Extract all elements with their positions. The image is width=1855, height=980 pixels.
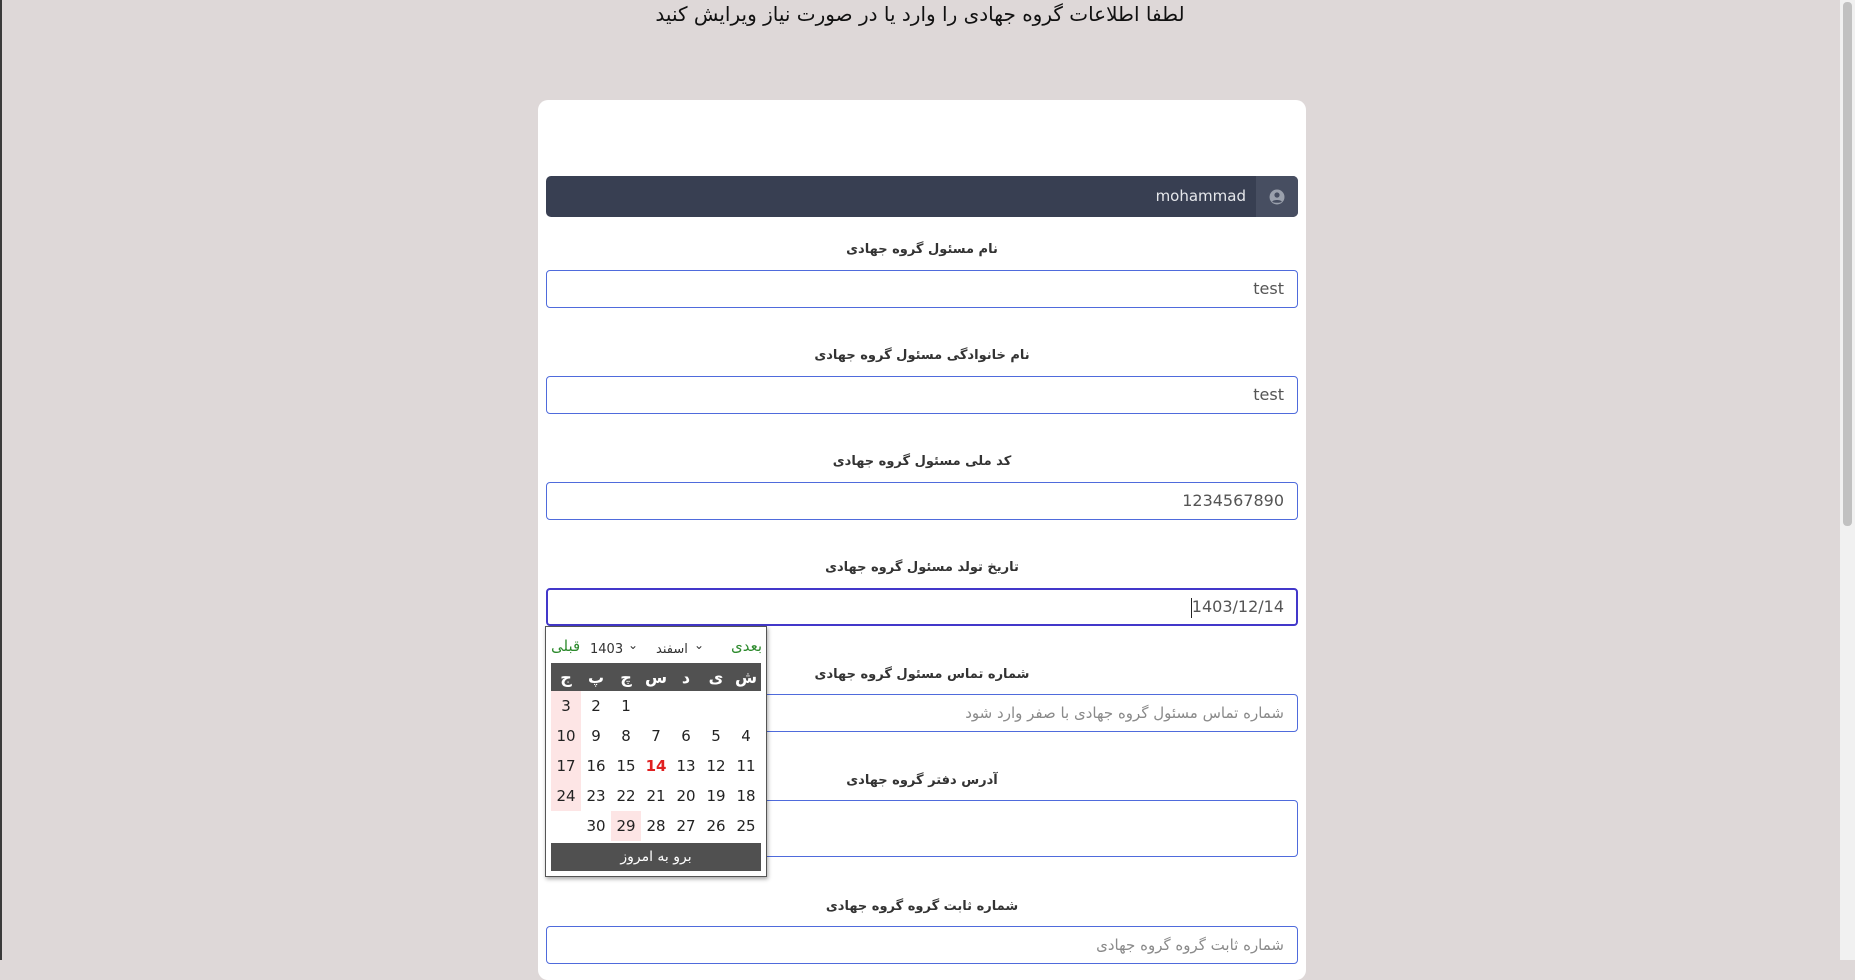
calendar-day[interactable]: 17 <box>551 751 581 781</box>
year-select[interactable]: 1403 ⌄ <box>588 638 644 660</box>
calendar-day[interactable]: 16 <box>581 751 611 781</box>
calendar-day[interactable]: 22 <box>611 781 641 811</box>
calendar-day[interactable]: 1 <box>611 691 641 721</box>
calendar-week-row: 4 5 6 7 8 9 10 <box>551 721 761 751</box>
calendar-day[interactable]: 19 <box>701 781 731 811</box>
last-name-input[interactable]: test <box>546 376 1298 414</box>
calendar-week-row: 123 <box>551 691 761 721</box>
calendar-empty-cell <box>551 811 581 841</box>
calendar-day[interactable]: 9 <box>581 721 611 751</box>
weekday-header: س <box>641 663 671 691</box>
weekday-header: چ <box>611 663 641 691</box>
national-code-input[interactable]: 1234567890 <box>546 482 1298 520</box>
landline-input[interactable]: شماره ثابت گروه گروه جهادی <box>546 926 1298 964</box>
chevron-down-icon: ⌄ <box>628 638 639 652</box>
weekday-header: ج <box>551 663 581 691</box>
page-scrollbar[interactable] <box>1840 0 1855 960</box>
calendar-week-row: 25 26 27 28 29 30 <box>551 811 761 841</box>
calendar-day[interactable]: 10 <box>551 721 581 751</box>
calendar-day[interactable]: 25 <box>731 811 761 841</box>
first-name-input[interactable]: test <box>546 270 1298 308</box>
next-month-link[interactable]: بعدی <box>731 637 762 655</box>
weekday-header: ش <box>731 663 761 691</box>
birth-date-value: 1403/12/14 <box>1191 597 1284 616</box>
prev-month-link[interactable]: قبلی <box>551 637 580 655</box>
calendar-day[interactable]: 28 <box>641 811 671 841</box>
calendar-body: 1 2 3 4 5 6 7 8 9 10 11 12 13 14 15 16 17 18 19 20 21 22 23 24 2… <box>551 691 761 841</box>
calendar-day[interactable]: 12 <box>701 751 731 781</box>
calendar-week-row: 18 19 20 21 22 23 24 <box>551 781 761 811</box>
calendar-empty-cell <box>671 691 701 721</box>
page-title: لطفا اطلاعات گروه جهادی را وارد یا در صو… <box>655 2 1185 26</box>
calendar-day[interactable]: 14 <box>641 751 671 781</box>
landline-label: شماره ثابت گروه گروه جهادی <box>825 899 1019 914</box>
calendar-empty-cell <box>641 691 671 721</box>
calendar-day[interactable]: 26 <box>701 811 731 841</box>
go-to-today-button[interactable]: برو به امروز <box>551 843 761 871</box>
calendar-day[interactable]: 21 <box>641 781 671 811</box>
window-edge <box>0 0 2 960</box>
month-select[interactable]: اسفند ⌄ <box>654 638 710 660</box>
calendar-day[interactable]: 29 <box>611 811 641 841</box>
user-icon-box <box>1256 176 1298 217</box>
calendar-empty-cell <box>701 691 731 721</box>
username-input[interactable]: mohammad <box>1156 176 1246 217</box>
calendar-day[interactable]: 5 <box>701 721 731 751</box>
calendar-day[interactable]: 8 <box>611 721 641 751</box>
calendar-day[interactable]: 2 <box>581 691 611 721</box>
calendar-day[interactable]: 13 <box>671 751 701 781</box>
weekday-header: د <box>671 663 701 691</box>
scrollbar-thumb[interactable] <box>1843 2 1852 526</box>
weekday-header-row: شیدسچپج <box>551 663 761 691</box>
calendar-empty-cell <box>731 691 761 721</box>
year-select-value: 1403 <box>590 642 624 657</box>
date-picker-popup: بعدی اسفند ⌄ 1403 ⌄ قبلی شیدسچپج 1234567… <box>545 626 767 877</box>
calendar-day[interactable]: 24 <box>551 781 581 811</box>
calendar-day[interactable]: 15 <box>611 751 641 781</box>
calendar-day[interactable]: 4 <box>731 721 761 751</box>
calendar-day[interactable]: 20 <box>671 781 701 811</box>
weekday-header: ی <box>701 663 731 691</box>
first-name-label: نام مسئول گروه جهادی <box>846 242 998 257</box>
calendar-grid: شیدسچپج 1 2 3 4 5 6 7 8 9 10 11 12 13 14 15 16 17 18 19 20 2… <box>551 663 761 841</box>
last-name-label: نام خانوادگی مسئول گروه جهادی <box>814 348 1030 363</box>
calendar-day[interactable]: 3 <box>551 691 581 721</box>
calendar-day[interactable]: 11 <box>731 751 761 781</box>
month-select-value: اسفند <box>656 642 688 657</box>
birth-date-label: تاریخ تولد مسئول گروه جهادی <box>825 560 1019 575</box>
calendar-week-row: 11 12 13 14 15 16 17 <box>551 751 761 781</box>
user-circle-icon <box>1269 189 1285 204</box>
calendar-day[interactable]: 6 <box>671 721 701 751</box>
calendar-day[interactable]: 7 <box>641 721 671 751</box>
national-code-label: کد ملی مسئول گروه جهادی <box>832 454 1012 469</box>
calendar-day[interactable]: 30 <box>581 811 611 841</box>
calendar-day[interactable]: 27 <box>671 811 701 841</box>
birth-date-input[interactable]: 1403/12/14 <box>546 588 1298 626</box>
calendar-day[interactable]: 23 <box>581 781 611 811</box>
user-bar: mohammad <box>546 176 1298 217</box>
weekday-header: پ <box>581 663 611 691</box>
chevron-down-icon: ⌄ <box>694 638 705 652</box>
calendar-day[interactable]: 18 <box>731 781 761 811</box>
